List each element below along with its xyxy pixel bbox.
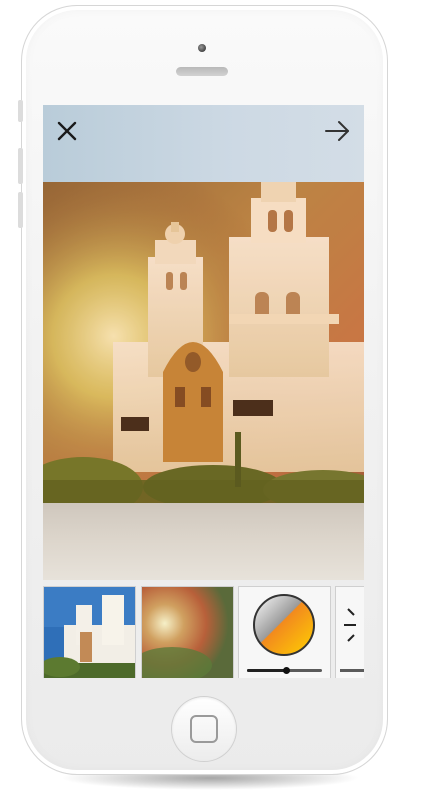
home-square-icon xyxy=(190,715,218,743)
front-camera xyxy=(198,44,206,52)
earpiece-speaker xyxy=(176,67,228,76)
crosshair-adjust-thumbnail[interactable] xyxy=(336,587,364,678)
close-icon[interactable] xyxy=(49,113,85,149)
volume-down-button xyxy=(18,192,23,228)
app-screen xyxy=(43,105,364,678)
top-toolbar xyxy=(43,105,364,182)
color-adjust-thumbnail[interactable] xyxy=(239,587,330,678)
preview-reflection xyxy=(43,503,364,580)
photo-preview[interactable] xyxy=(43,182,364,503)
volume-up-button xyxy=(18,148,23,184)
original-photo-thumbnail[interactable] xyxy=(44,587,135,678)
color-wheel-icon xyxy=(253,594,315,656)
slider-knob[interactable] xyxy=(283,667,290,674)
intensity-slider[interactable] xyxy=(247,667,322,674)
filter-strip xyxy=(43,580,364,678)
home-button[interactable] xyxy=(172,697,236,761)
arrow-right-icon[interactable] xyxy=(319,113,355,149)
texture-overlay-thumbnail[interactable] xyxy=(142,587,233,678)
mute-switch xyxy=(18,100,23,122)
slider-fill xyxy=(247,669,286,672)
